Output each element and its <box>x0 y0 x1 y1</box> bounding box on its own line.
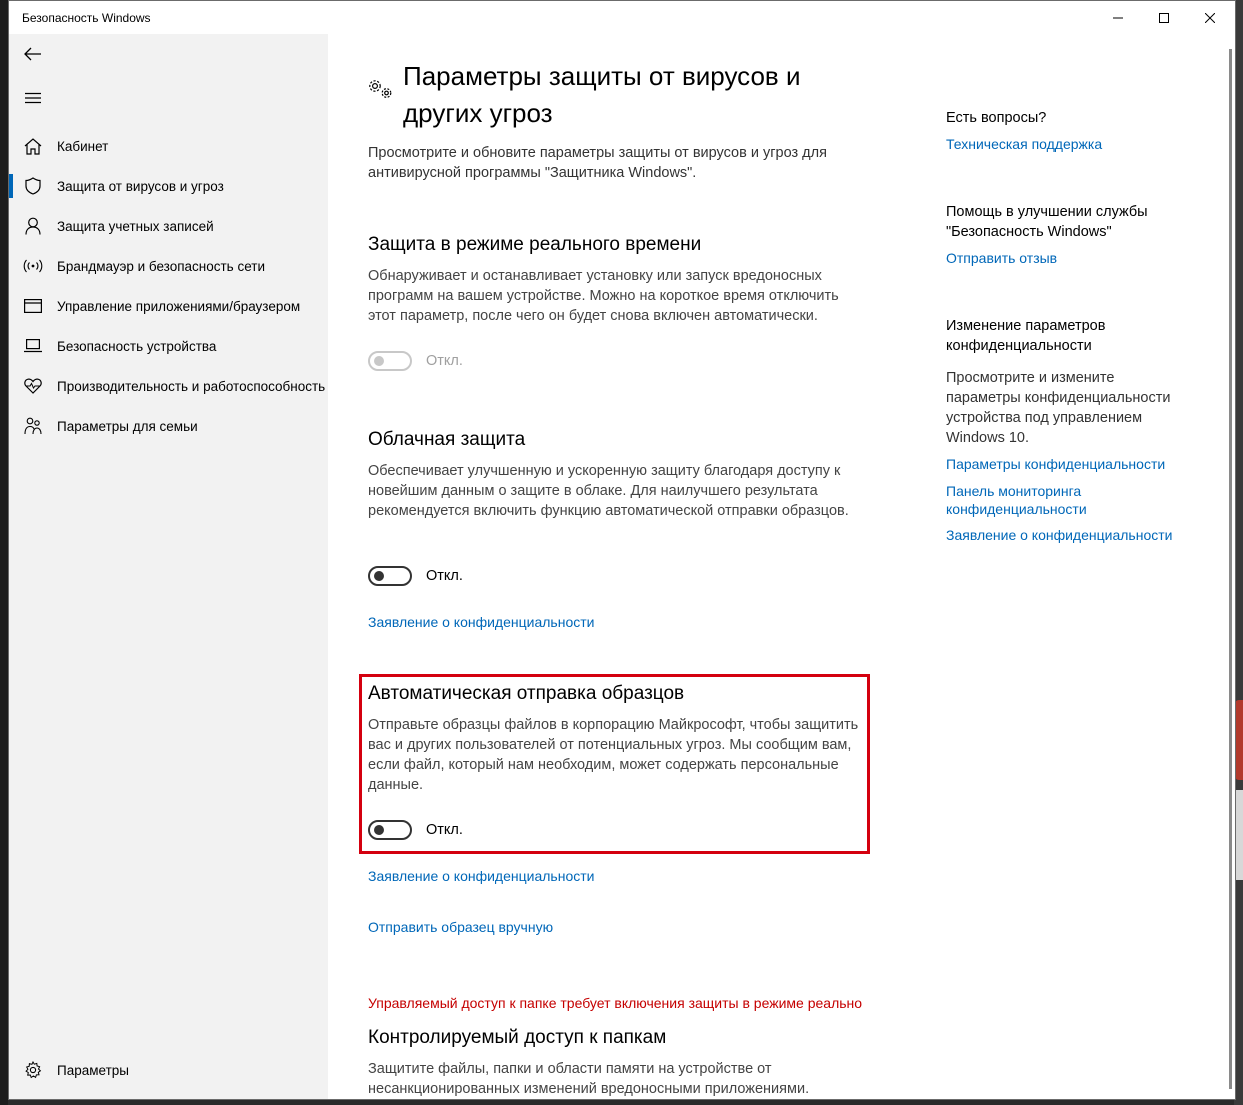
sidebar-item-app-browser[interactable]: Управление приложениями/браузером <box>9 286 328 326</box>
maximize-button[interactable] <box>1141 1 1187 34</box>
main-content: Параметры защиты от вирусов и других угр… <box>328 34 1225 1099</box>
cloud-heading: Облачная защита <box>368 429 526 450</box>
privacy-settings-link[interactable]: Параметры конфиденциальности <box>946 455 1186 473</box>
toggle-knob <box>374 356 384 366</box>
submit-sample-manually-link[interactable]: Отправить образец вручную <box>368 919 553 935</box>
sidebar-item-label: Параметры для семьи <box>57 418 198 434</box>
samples-description: Отправьте образцы файлов в корпорацию Ма… <box>368 717 859 793</box>
sidebar-item-virus-protection[interactable]: Защита от вирусов и угроз <box>9 166 328 206</box>
sidebar-item-label: Брандмауэр и безопасность сети <box>57 258 266 274</box>
cloud-toggle-label: Откл. <box>426 568 463 584</box>
sidebar-item-label: Защита от вирусов и угроз <box>57 178 224 194</box>
samples-heading: Автоматическая отправка образцов <box>368 683 685 704</box>
minimize-icon <box>1113 17 1123 18</box>
realtime-heading: Защита в режиме реального времени <box>368 234 702 255</box>
sidebar-item-performance[interactable]: Производительность и работоспособность <box>9 366 328 406</box>
folders-heading: Контролируемый доступ к папкам <box>368 1027 667 1048</box>
shield-icon <box>9 177 57 195</box>
privacy-text: Просмотрите и измените параметры конфиде… <box>946 370 1171 446</box>
privacy-heading: Изменение параметров конфиденциальности <box>946 318 1106 354</box>
toggle-knob <box>374 571 384 581</box>
window-icon <box>9 299 57 313</box>
scrollbar[interactable] <box>1229 41 1233 1091</box>
samples-privacy-link[interactable]: Заявление о конфиденциальности <box>368 868 594 884</box>
home-icon <box>9 137 57 155</box>
sidebar-item-label: Безопасность устройства <box>57 338 217 354</box>
laptop-icon <box>9 339 57 353</box>
wifi-icon <box>9 259 57 273</box>
folder-access-warning: Управляемый доступ к папке требует включ… <box>368 995 863 1011</box>
maximize-icon <box>1159 12 1169 23</box>
sidebar-item-label: Управление приложениями/браузером <box>57 298 301 314</box>
page-title: Параметры защиты от вирусов и других угр… <box>403 61 801 128</box>
privacy-dashboard-link[interactable]: Панель мониторинга конфиденциальности <box>946 482 1186 518</box>
sidebar-item-firewall[interactable]: Брандмауэр и безопасность сети <box>9 246 328 286</box>
support-link[interactable]: Техническая поддержка <box>946 135 1186 153</box>
heart-icon <box>9 378 57 394</box>
samples-toggle-row: Откл. <box>368 820 463 840</box>
desktop-background-left <box>0 0 8 1105</box>
sidebar-item-label: Параметры <box>57 1062 129 1078</box>
minimize-button[interactable] <box>1095 1 1141 34</box>
realtime-description: Обнаруживает и останавливает установку и… <box>368 268 839 324</box>
cloud-toggle[interactable] <box>368 566 412 586</box>
sidebar-item-account-protection[interactable]: Защита учетных записей <box>9 206 328 246</box>
scrollbar-thumb[interactable] <box>1229 49 1232 1089</box>
realtime-toggle-label: Откл. <box>426 353 463 369</box>
privacy-statement-link[interactable]: Заявление о конфиденциальности <box>946 526 1186 544</box>
person-icon <box>9 217 57 235</box>
sidebar-item-label: Производительность и работоспособность <box>57 378 326 394</box>
family-icon <box>9 417 57 435</box>
gear-icon <box>9 1061 57 1079</box>
sidebar-item-home[interactable]: Кабинет <box>9 126 328 166</box>
folders-description: Защитите файлы, папки и области памяти н… <box>368 1061 810 1097</box>
menu-button[interactable] <box>9 78 57 118</box>
sidebar-item-label: Кабинет <box>57 138 109 154</box>
page-intro: Просмотрите и обновите параметры защиты … <box>368 145 827 181</box>
samples-toggle-label: Откл. <box>426 822 463 838</box>
hamburger-icon <box>25 92 41 104</box>
title-bar: Безопасность Windows <box>9 1 1235 34</box>
back-button[interactable] <box>9 34 57 74</box>
feedback-link[interactable]: Отправить отзыв <box>946 249 1186 267</box>
samples-toggle[interactable] <box>368 820 412 840</box>
realtime-toggle-row: Откл. <box>368 351 463 371</box>
close-icon <box>1205 12 1215 23</box>
security-window: Безопасность Windows Кабинет Защита от в… <box>8 0 1236 1100</box>
gears-icon <box>368 78 394 104</box>
back-arrow-icon <box>24 47 41 61</box>
sidebar-item-family[interactable]: Параметры для семьи <box>9 406 328 446</box>
sidebar-item-label: Защита учетных записей <box>57 218 214 234</box>
improve-heading: Помощь в улучшении службы "Безопасность … <box>946 204 1148 240</box>
questions-heading: Есть вопросы? <box>946 110 1047 126</box>
cloud-description: Обеспечивает улучшенную и ускоренную защ… <box>368 463 849 519</box>
cloud-toggle-row: Откл. <box>368 566 463 586</box>
toggle-knob <box>374 825 384 835</box>
sidebar: Кабинет Защита от вирусов и угроз Защита… <box>9 34 328 1099</box>
window-title: Безопасность Windows <box>22 11 151 25</box>
desktop-item <box>1235 700 1243 780</box>
sidebar-item-device-security[interactable]: Безопасность устройства <box>9 326 328 366</box>
sidebar-item-settings[interactable]: Параметры <box>9 1050 328 1090</box>
close-button[interactable] <box>1187 1 1233 34</box>
cloud-privacy-link[interactable]: Заявление о конфиденциальности <box>368 614 594 630</box>
realtime-toggle[interactable] <box>368 351 412 371</box>
